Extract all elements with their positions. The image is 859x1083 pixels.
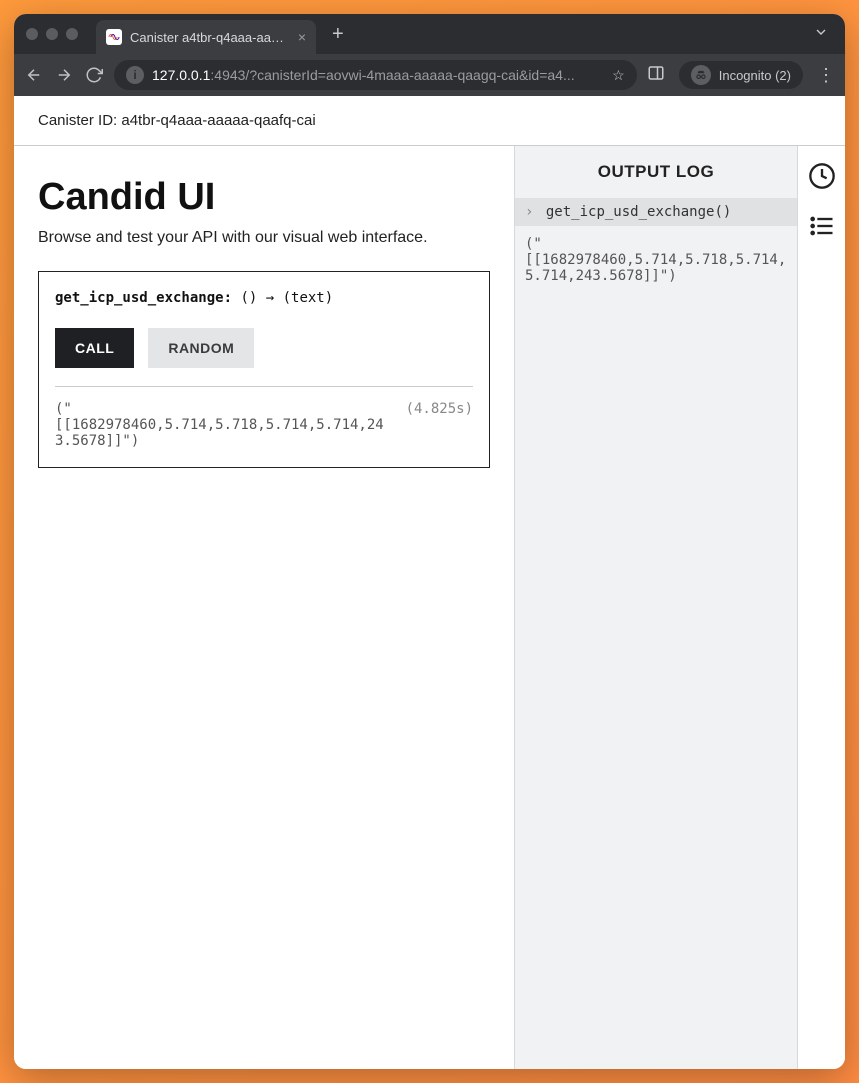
left-column: Candid UI Browse and test your API with … — [14, 146, 514, 1069]
page-content: Canister ID: a4tbr-q4aaa-aaaaa-qaafq-cai… — [14, 96, 845, 1069]
reload-button[interactable] — [84, 66, 104, 84]
page-subtitle: Browse and test your API with our visual… — [38, 229, 490, 247]
close-tab-icon[interactable]: × — [298, 29, 306, 45]
result-text: (" [[1682978460,5.714,5.718,5.714,5.714,… — [55, 401, 394, 449]
page-title: Candid UI — [38, 176, 490, 219]
url-host: 127.0.0.1 — [152, 67, 210, 83]
browser-window: Canister a4tbr-q4aaa-aaaaa-q × + i 1 — [14, 14, 845, 1069]
log-entry-body: (" [[1682978460,5.714,5.718,5.714,5.714,… — [515, 226, 797, 294]
method-card: get_icp_usd_exchange: () → (text) CALL R… — [38, 271, 490, 468]
browser-tab[interactable]: Canister a4tbr-q4aaa-aaaaa-q × — [96, 20, 316, 54]
side-rail — [797, 146, 845, 1069]
log-entry-header[interactable]: › get_icp_usd_exchange() — [515, 198, 797, 226]
canister-id-value: a4tbr-q4aaa-aaaaa-qaafq-cai — [121, 112, 315, 129]
panel-icon[interactable] — [647, 64, 665, 87]
method-sig-rest: () → (text) — [232, 290, 333, 306]
favicon-icon — [106, 29, 122, 45]
tabs-menu-icon[interactable] — [813, 24, 845, 45]
result-block: (" [[1682978460,5.714,5.718,5.714,5.714,… — [55, 401, 473, 449]
url-text: 127.0.0.1:4943/?canisterId=aovwi-4maaa-a… — [152, 67, 604, 83]
right-column: OUTPUT LOG › get_icp_usd_exchange() (" [… — [514, 146, 845, 1069]
site-info-icon[interactable]: i — [126, 66, 144, 84]
maximize-window-icon[interactable] — [66, 28, 78, 40]
back-button[interactable] — [24, 66, 44, 84]
tab-title: Canister a4tbr-q4aaa-aaaaa-q — [130, 30, 290, 45]
new-tab-button[interactable]: + — [316, 23, 360, 46]
url-path: :4943/?canisterId=aovwi-4maaa-aaaaa-qaag… — [210, 67, 574, 83]
window-controls[interactable] — [26, 28, 96, 40]
toolbar-right: Incognito (2) ⋮ — [647, 61, 835, 89]
history-icon[interactable] — [806, 160, 838, 192]
toolbar: i 127.0.0.1:4943/?canisterId=aovwi-4maaa… — [14, 54, 845, 96]
address-bar[interactable]: i 127.0.0.1:4943/?canisterId=aovwi-4maaa… — [114, 60, 637, 90]
close-window-icon[interactable] — [26, 28, 38, 40]
call-button[interactable]: CALL — [55, 328, 134, 368]
bookmark-icon[interactable]: ☆ — [612, 67, 625, 84]
incognito-badge[interactable]: Incognito (2) — [679, 61, 803, 89]
divider — [55, 386, 473, 387]
button-row: CALL RANDOM — [55, 328, 473, 368]
tab-strip: Canister a4tbr-q4aaa-aaaaa-q × + — [14, 14, 845, 54]
log-entry-call: get_icp_usd_exchange() — [546, 204, 731, 220]
elapsed-time: (4.825s) — [406, 401, 473, 449]
log-arrow-icon: › — [525, 204, 533, 220]
output-log-pane: OUTPUT LOG › get_icp_usd_exchange() (" [… — [515, 146, 797, 1069]
incognito-icon — [691, 65, 711, 85]
random-button[interactable]: RANDOM — [148, 328, 254, 368]
method-name: get_icp_usd_exchange: — [55, 290, 232, 306]
browser-chrome: Canister a4tbr-q4aaa-aaaaa-q × + i 1 — [14, 14, 845, 96]
minimize-window-icon[interactable] — [46, 28, 58, 40]
canister-id-bar: Canister ID: a4tbr-q4aaa-aaaaa-qaafq-cai — [14, 96, 845, 146]
main-row: Candid UI Browse and test your API with … — [14, 146, 845, 1069]
canister-id-label: Canister ID: — [38, 112, 117, 129]
method-signature: get_icp_usd_exchange: () → (text) — [55, 290, 473, 306]
forward-button[interactable] — [54, 66, 74, 84]
incognito-label: Incognito (2) — [719, 68, 791, 83]
output-log-title: OUTPUT LOG — [515, 146, 797, 198]
list-icon[interactable] — [806, 210, 838, 242]
menu-icon[interactable]: ⋮ — [817, 65, 835, 86]
